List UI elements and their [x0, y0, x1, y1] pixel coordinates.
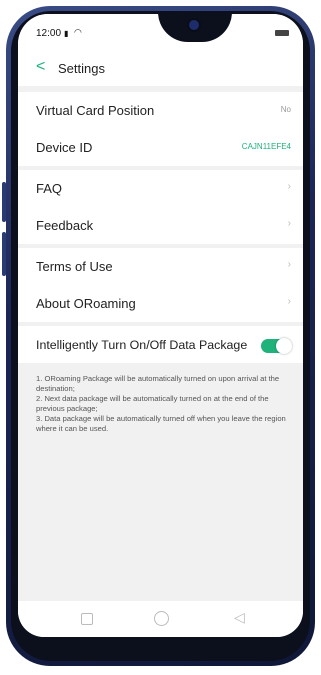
status-time: 12:00 — [36, 28, 62, 39]
toggle-knob — [276, 338, 292, 354]
wifi-icon: ◠ — [74, 27, 82, 37]
row-label: FAQ — [36, 181, 63, 196]
note-item: 3. Data package will be automatically tu… — [36, 414, 286, 433]
row-label: About ORoaming — [36, 296, 136, 311]
settings-group-help: FAQ › Feedback › — [18, 170, 303, 244]
back-icon[interactable]: < — [36, 59, 45, 75]
chevron-right-icon: › — [287, 218, 291, 229]
data-package-notes: 1. ORoaming Package will be automaticall… — [36, 374, 296, 434]
chevron-right-icon: › — [287, 296, 291, 307]
power-button — [2, 232, 6, 276]
settings-group-info: Virtual Card Position No Device ID CAJN1… — [18, 92, 303, 166]
data-package-toggle-label: Intelligently Turn On/Off Data Package — [36, 338, 248, 352]
row-label: Terms of Use — [36, 259, 113, 274]
device-id-value: CAJN11EFE4 — [241, 142, 291, 151]
virtual-card-position-value: No — [280, 105, 291, 114]
chevron-right-icon: › — [287, 181, 291, 192]
recent-apps-icon[interactable] — [81, 613, 93, 625]
battery-icon — [275, 30, 289, 36]
screen: 12:00 ▮ ◠ < Settings Virtual Card Positi… — [18, 14, 303, 637]
note-item: 2. Next data package will be automatical… — [36, 394, 269, 413]
virtual-card-position-row[interactable]: Virtual Card Position No — [18, 92, 303, 129]
faq-row[interactable]: FAQ › — [18, 170, 303, 207]
data-package-group: Intelligently Turn On/Off Data Package — [18, 326, 303, 363]
nav-back-icon[interactable]: ◁ — [234, 609, 245, 626]
row-label: Virtual Card Position — [36, 103, 155, 118]
navigation-bar: ◁ — [18, 601, 303, 637]
settings-group-legal: Terms of Use › About ORoaming › — [18, 248, 303, 322]
data-package-toggle-row[interactable]: Intelligently Turn On/Off Data Package — [18, 326, 303, 363]
phone: 12:00 ▮ ◠ < Settings Virtual Card Positi… — [0, 0, 321, 675]
note-item: 1. ORoaming Package will be automaticall… — [36, 374, 280, 393]
settings-header: < Settings — [18, 50, 303, 86]
about-oroaming-row[interactable]: About ORoaming › — [18, 285, 303, 322]
chevron-right-icon: › — [287, 259, 291, 270]
signal-icon: ▮ — [64, 29, 69, 38]
page-title: Settings — [58, 61, 105, 76]
front-camera-icon — [189, 20, 199, 30]
row-label: Feedback — [36, 218, 94, 233]
volume-button — [2, 182, 6, 222]
data-package-toggle[interactable] — [261, 338, 292, 354]
feedback-row[interactable]: Feedback › — [18, 207, 303, 244]
terms-of-use-row[interactable]: Terms of Use › — [18, 248, 303, 285]
home-icon[interactable] — [154, 611, 169, 626]
device-id-row: Device ID CAJN11EFE4 — [18, 129, 303, 166]
row-label: Device ID — [36, 140, 93, 155]
